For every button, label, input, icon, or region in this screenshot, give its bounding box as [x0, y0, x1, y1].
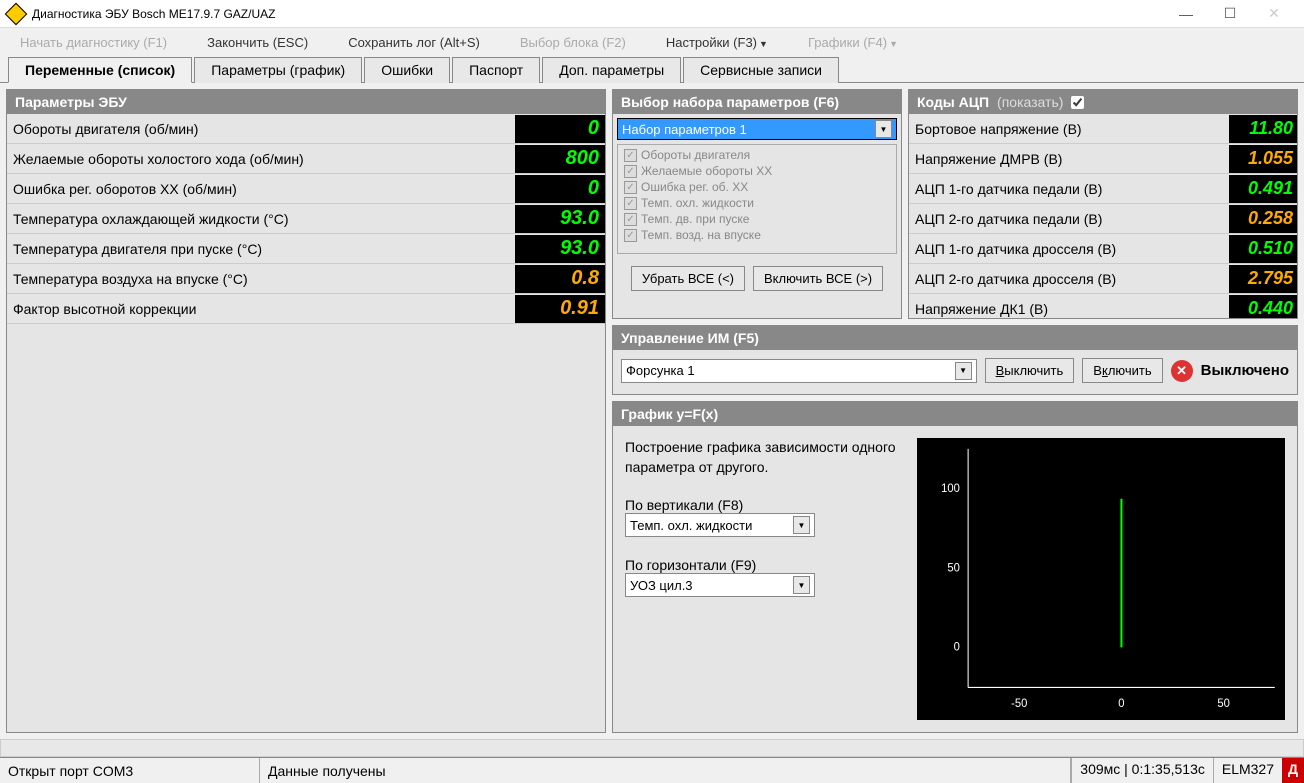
status-flag: Д [1282, 758, 1304, 783]
adc-row: Бортовое напряжение (В)11.80 [909, 114, 1297, 144]
graph-panel: График y=F(x) Построение графика зависим… [612, 401, 1298, 733]
param-checklist[interactable]: ✓Обороты двигателя ✓Желаемые обороты ХХ … [617, 144, 897, 254]
tabs: Переменные (список) Параметры (график) О… [0, 56, 1304, 83]
check-item[interactable]: ✓Темп. охл. жидкости [620, 195, 894, 211]
graph-title: График y=F(x) [613, 402, 1297, 426]
svg-text:0: 0 [1118, 698, 1124, 710]
vertical-axis-select[interactable]: Темп. охл. жидкости ▼ [625, 513, 815, 537]
window-title: Диагностика ЭБУ Bosch ME17.9.7 GAZ/UAZ [32, 7, 1164, 21]
vertical-axis-label: По вертикали (F8) [625, 497, 905, 513]
tab-extra-params[interactable]: Доп. параметры [542, 57, 681, 83]
svg-text:100: 100 [941, 483, 960, 495]
tab-errors[interactable]: Ошибки [364, 57, 450, 83]
control-im-panel: Управление ИМ (F5) Форсунка 1 ▼ Выключит… [612, 325, 1298, 395]
adc-panel: Коды АЦП (показать) Бортовое напряжение … [908, 89, 1298, 319]
param-row: Температура двигателя при пуске (°C)93.0 [7, 234, 605, 264]
toolbar: Начать диагностику (F1) Закончить (ESC) … [0, 28, 1304, 56]
maximize-button[interactable]: ☐ [1208, 0, 1252, 28]
check-item[interactable]: ✓Темп. дв. при пуске [620, 211, 894, 227]
adc-row: АЦП 1-го датчика педали (В)0.491 [909, 174, 1297, 204]
param-set-select[interactable]: Набор параметров 1 ▼ [617, 118, 897, 140]
adc-show-checkbox[interactable] [1071, 96, 1084, 109]
ecu-params-panel: Параметры ЭБУ Обороты двигателя (об/мин)… [6, 89, 606, 733]
dropdown-icon: ▼ [793, 576, 810, 594]
dropdown-icon: ▼ [875, 120, 892, 138]
titlebar: Диагностика ЭБУ Bosch ME17.9.7 GAZ/UAZ —… [0, 0, 1304, 28]
svg-text:50: 50 [947, 562, 960, 574]
xy-chart: 0 50 100 -50 0 50 [917, 438, 1285, 720]
param-row: Обороты двигателя (об/мин)0 [7, 114, 605, 144]
status-timing: 309мс | 0:1:35,513с [1071, 758, 1213, 783]
adc-row: АЦП 2-го датчика дросселя (В)2.795 [909, 264, 1297, 294]
adc-title: Коды АЦП (показать) [909, 90, 1297, 114]
check-item[interactable]: ✓Обороты двигателя [620, 147, 894, 163]
horizontal-axis-label: По горизонтали (F9) [625, 557, 905, 573]
minimize-button[interactable]: — [1164, 0, 1208, 28]
select-block-button: Выбор блока (F2) [520, 35, 626, 50]
graph-description: Построение графика зависимости одного па… [625, 438, 905, 477]
adc-row: АЦП 1-го датчика дросселя (В)0.510 [909, 234, 1297, 264]
dropdown-icon: ▼ [955, 362, 972, 380]
finish-button[interactable]: Закончить (ESC) [207, 35, 308, 50]
check-item[interactable]: ✓Ошибка рег. об. ХХ [620, 179, 894, 195]
charts-menu: Графики (F4)▼ [808, 35, 898, 50]
actuator-select[interactable]: Форсунка 1 ▼ [621, 359, 977, 383]
adc-row: Напряжение ДМРВ (В)1.055 [909, 144, 1297, 174]
start-diag-button: Начать диагностику (F1) [20, 35, 167, 50]
dropdown-icon: ▼ [793, 516, 810, 534]
tab-variables[interactable]: Переменные (список) [8, 57, 192, 83]
remove-all-button[interactable]: Убрать ВСЕ (<) [631, 266, 745, 291]
app-icon [5, 2, 28, 25]
turn-off-button[interactable]: Выключить [985, 358, 1075, 383]
adc-row: Напряжение ДК1 (В)0.440 [909, 294, 1297, 318]
ecu-params-title: Параметры ЭБУ [7, 90, 605, 114]
param-row: Температура охлаждающей жидкости (°C)93.… [7, 204, 605, 234]
param-row: Температура воздуха на впуске (°C)0.8 [7, 264, 605, 294]
param-row: Фактор высотной коррекции0.91 [7, 294, 605, 324]
check-item[interactable]: ✓Темп. возд. на впуске [620, 227, 894, 243]
adc-row: АЦП 2-го датчика педали (В)0.258 [909, 204, 1297, 234]
param-set-panel: Выбор набора параметров (F6) Набор парам… [612, 89, 902, 319]
tab-passport[interactable]: Паспорт [452, 57, 540, 83]
status-port: Открыт порт COM3 [0, 758, 260, 783]
tab-params-chart[interactable]: Параметры (график) [194, 57, 362, 83]
status-message: Данные получены [260, 758, 1071, 783]
add-all-button[interactable]: Включить ВСЕ (>) [753, 266, 883, 291]
stop-icon[interactable]: ✕ [1171, 360, 1193, 382]
close-button[interactable]: ✕ [1252, 0, 1296, 28]
param-set-title: Выбор набора параметров (F6) [613, 90, 901, 114]
check-item[interactable]: ✓Желаемые обороты ХХ [620, 163, 894, 179]
param-row: Ошибка рег. оборотов ХХ (об/мин)0 [7, 174, 605, 204]
control-im-title: Управление ИМ (F5) [613, 326, 1297, 350]
turn-on-button[interactable]: Включить [1082, 358, 1162, 383]
horizontal-scrollbar[interactable] [0, 739, 1304, 757]
settings-menu[interactable]: Настройки (F3)▼ [666, 35, 768, 50]
svg-text:-50: -50 [1011, 698, 1027, 710]
param-row: Желаемые обороты холостого хода (об/мин)… [7, 144, 605, 174]
svg-text:0: 0 [954, 641, 960, 653]
horizontal-axis-select[interactable]: УОЗ цил.3 ▼ [625, 573, 815, 597]
svg-text:50: 50 [1217, 698, 1230, 710]
statusbar: Открыт порт COM3 Данные получены 309мс |… [0, 757, 1304, 783]
actuator-status: Выключено [1201, 362, 1289, 379]
save-log-button[interactable]: Сохранить лог (Alt+S) [348, 35, 480, 50]
status-adapter: ELM327 [1213, 758, 1282, 783]
tab-service[interactable]: Сервисные записи [683, 57, 839, 83]
